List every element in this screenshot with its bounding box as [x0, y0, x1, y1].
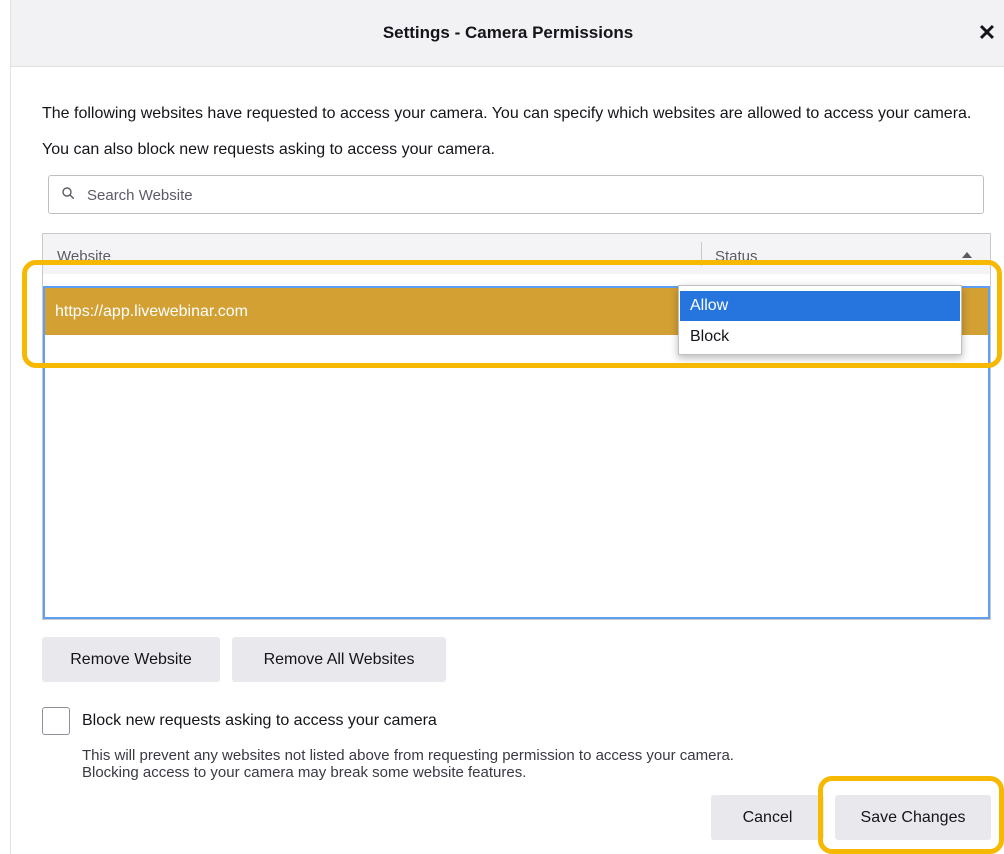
table-header: Website Status: [43, 234, 990, 274]
column-header-status[interactable]: Status: [715, 248, 758, 265]
dialog-description: The following websites have requested to…: [42, 105, 972, 158]
help-line-1: This will prevent any websites not liste…: [82, 747, 734, 764]
dropdown-option-block[interactable]: Block: [680, 322, 960, 352]
dropdown-option-allow[interactable]: Allow: [680, 291, 960, 321]
save-changes-button[interactable]: Save Changes: [835, 795, 991, 840]
search-input[interactable]: [85, 176, 969, 215]
status-dropdown-menu: Allow Block: [678, 285, 962, 355]
sort-ascending-icon: [962, 252, 972, 258]
search-icon: [62, 187, 74, 199]
column-header-website[interactable]: Website: [57, 248, 111, 265]
remove-all-websites-button[interactable]: Remove All Websites: [232, 637, 446, 682]
block-new-requests-help: This will prevent any websites not liste…: [82, 747, 982, 781]
block-new-requests-checkbox[interactable]: [42, 707, 70, 735]
dialog-titlebar: Settings - Camera Permissions ✕: [11, 0, 1004, 67]
remove-website-button[interactable]: Remove Website: [42, 637, 220, 682]
dialog-title: Settings - Camera Permissions: [382, 23, 634, 42]
column-divider: [701, 242, 702, 266]
close-icon[interactable]: ✕: [973, 18, 1001, 48]
block-new-requests-label: Block new requests asking to access your…: [82, 712, 437, 729]
row-website: https://app.livewebinar.com: [55, 303, 248, 320]
search-box[interactable]: [48, 175, 984, 215]
help-line-2: Blocking access to your camera may break…: [82, 764, 527, 781]
cancel-button[interactable]: Cancel: [711, 795, 824, 840]
permissions-dialog: Settings - Camera Permissions ✕ The foll…: [10, 0, 1004, 854]
